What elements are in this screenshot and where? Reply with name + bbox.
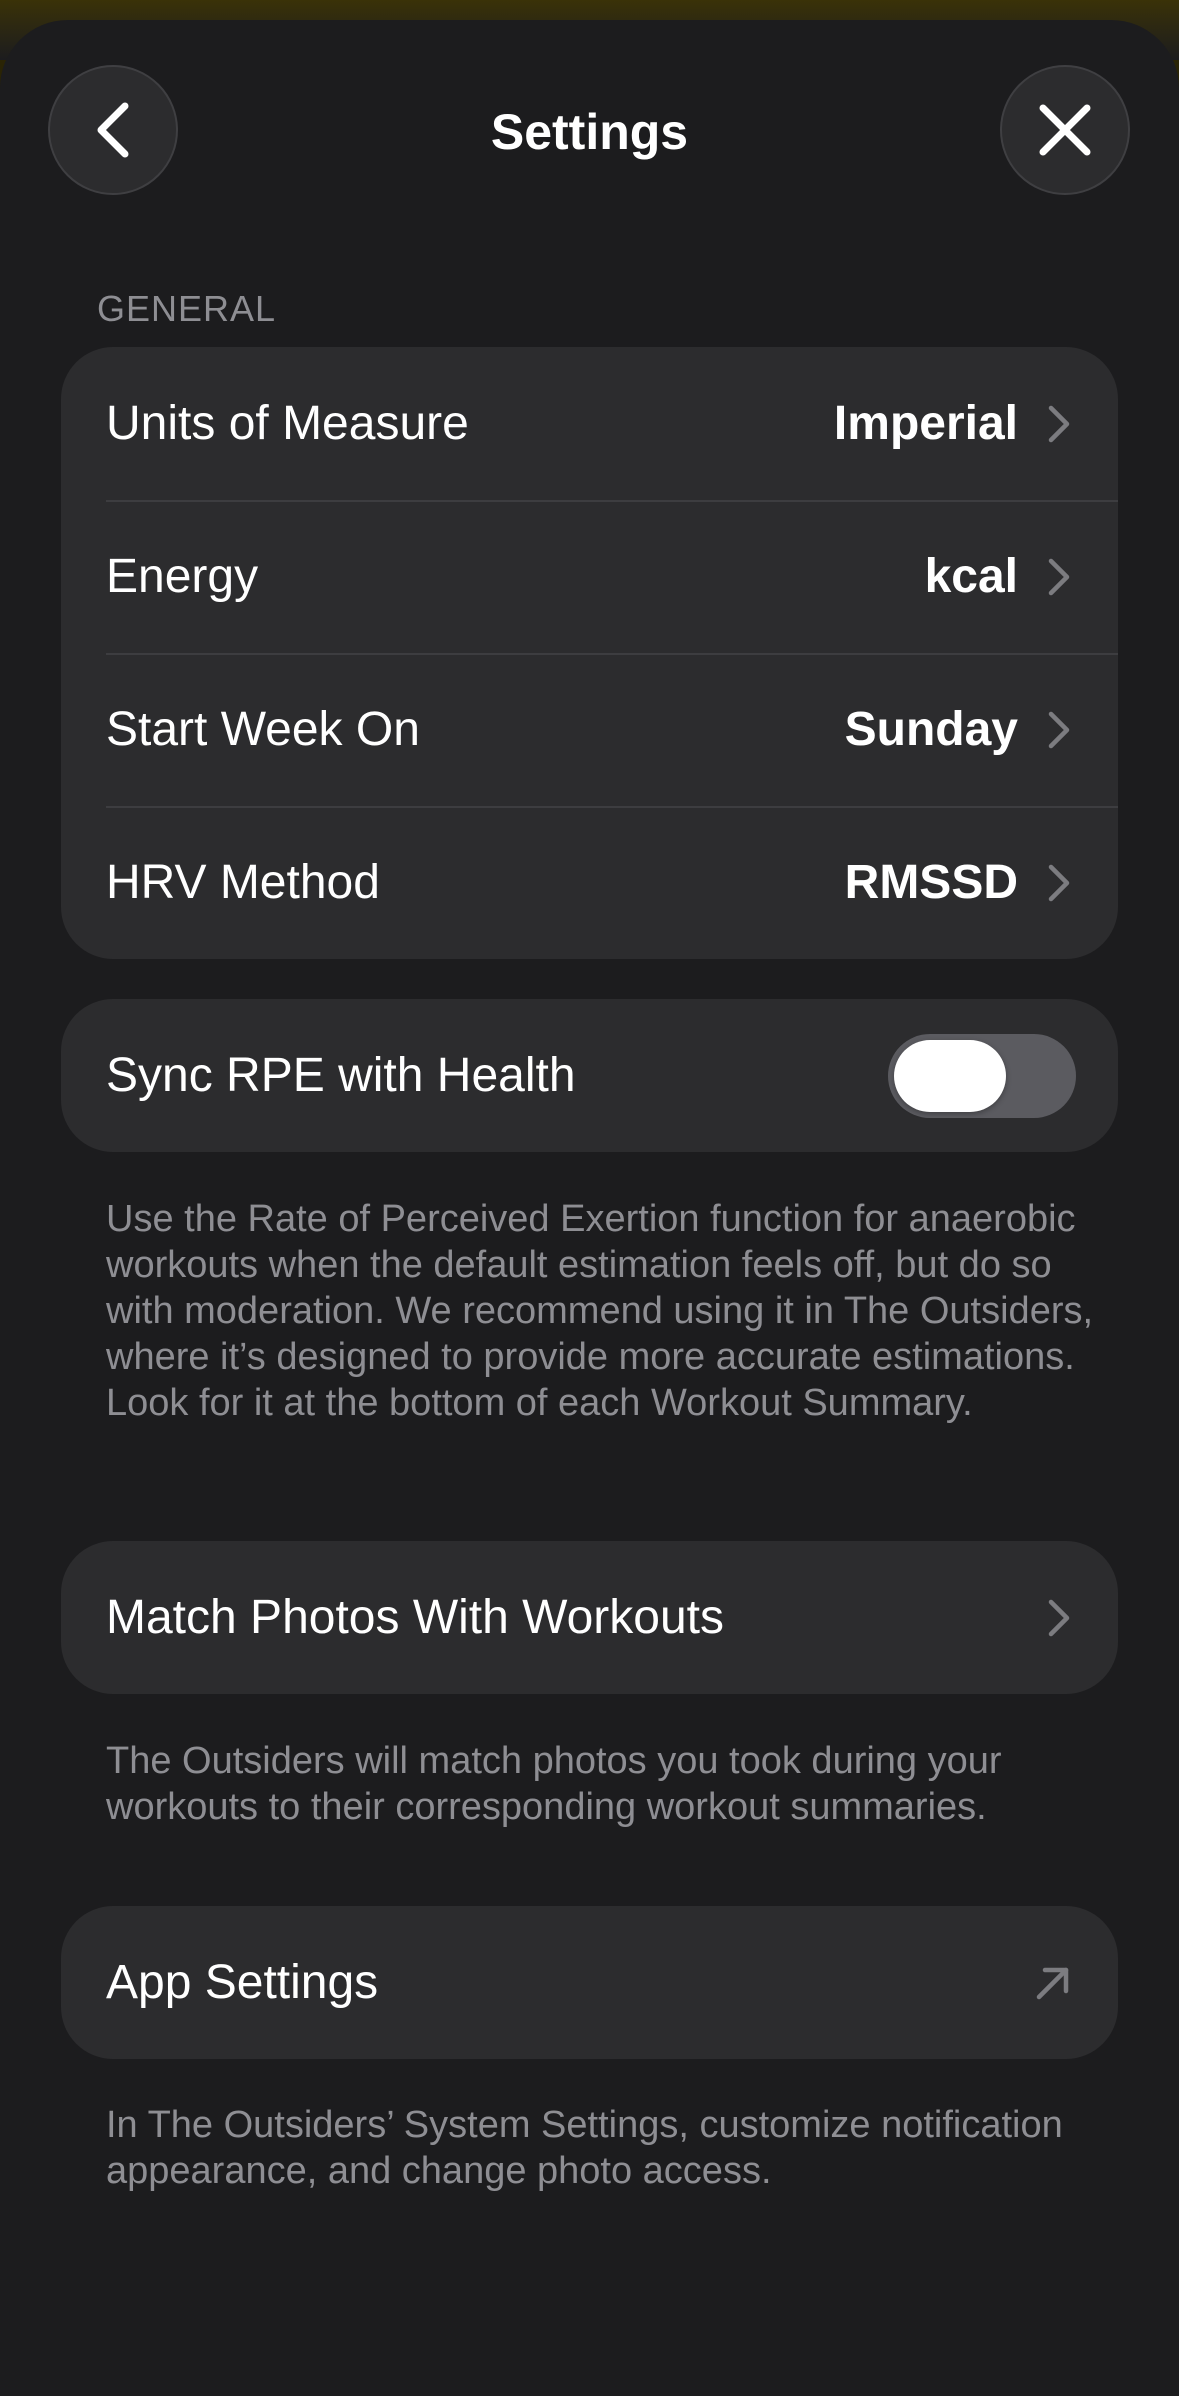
chevron-right-icon (1048, 1599, 1070, 1636)
row-value: RMSSD (844, 856, 1018, 909)
app-settings-footnote: In The Outsiders’ System Settings, custo… (106, 2104, 1063, 2192)
row-value: kcal (924, 550, 1018, 603)
settings-sheet: Settings GENERAL Units of Measure Imperi… (0, 20, 1179, 2396)
match-photos-row[interactable]: Match Photos With Workouts (61, 1541, 1118, 1694)
row-value: Imperial (833, 397, 1018, 450)
app-settings-group: App Settings (61, 1906, 1118, 2059)
energy-row[interactable]: Energy kcal (61, 500, 1118, 653)
row-value: Sunday (844, 703, 1018, 756)
units-of-measure-row[interactable]: Units of Measure Imperial (61, 347, 1118, 500)
chevron-right-icon (1048, 558, 1070, 595)
toggle-knob (894, 1039, 1006, 1112)
external-arrow-icon (1036, 1967, 1069, 1999)
chevron-right-icon (1048, 711, 1070, 748)
close-icon (1039, 104, 1091, 156)
row-label: Start Week On (106, 703, 420, 756)
chevron-right-icon (1048, 864, 1070, 901)
row-label: Sync RPE with Health (106, 1049, 576, 1102)
sync-rpe-footnote: Use the Rate of Perceived Exertion funct… (106, 1198, 1094, 1424)
row-label: Units of Measure (106, 397, 469, 450)
row-label: App Settings (106, 1956, 379, 2009)
hrv-method-row[interactable]: HRV Method RMSSD (61, 806, 1118, 959)
start-week-on-row[interactable]: Start Week On Sunday (61, 653, 1118, 806)
match-photos-group: Match Photos With Workouts (61, 1541, 1118, 1694)
general-settings-group: Units of Measure Imperial Energy kcal St… (61, 347, 1118, 959)
row-label: Match Photos With Workouts (106, 1591, 724, 1644)
row-label: Energy (106, 550, 259, 603)
sync-rpe-group: Sync RPE with Health (61, 999, 1118, 1152)
app-settings-row[interactable]: App Settings (61, 1906, 1118, 2059)
sync-rpe-toggle[interactable] (888, 1033, 1076, 1118)
chevron-right-icon (1048, 405, 1070, 442)
close-button[interactable] (1000, 65, 1130, 195)
match-photos-footnote: The Outsiders will match photos you took… (106, 1740, 1002, 1828)
sync-rpe-row: Sync RPE with Health (61, 999, 1118, 1152)
row-label: HRV Method (106, 856, 380, 909)
section-header-general: GENERAL (97, 288, 277, 329)
